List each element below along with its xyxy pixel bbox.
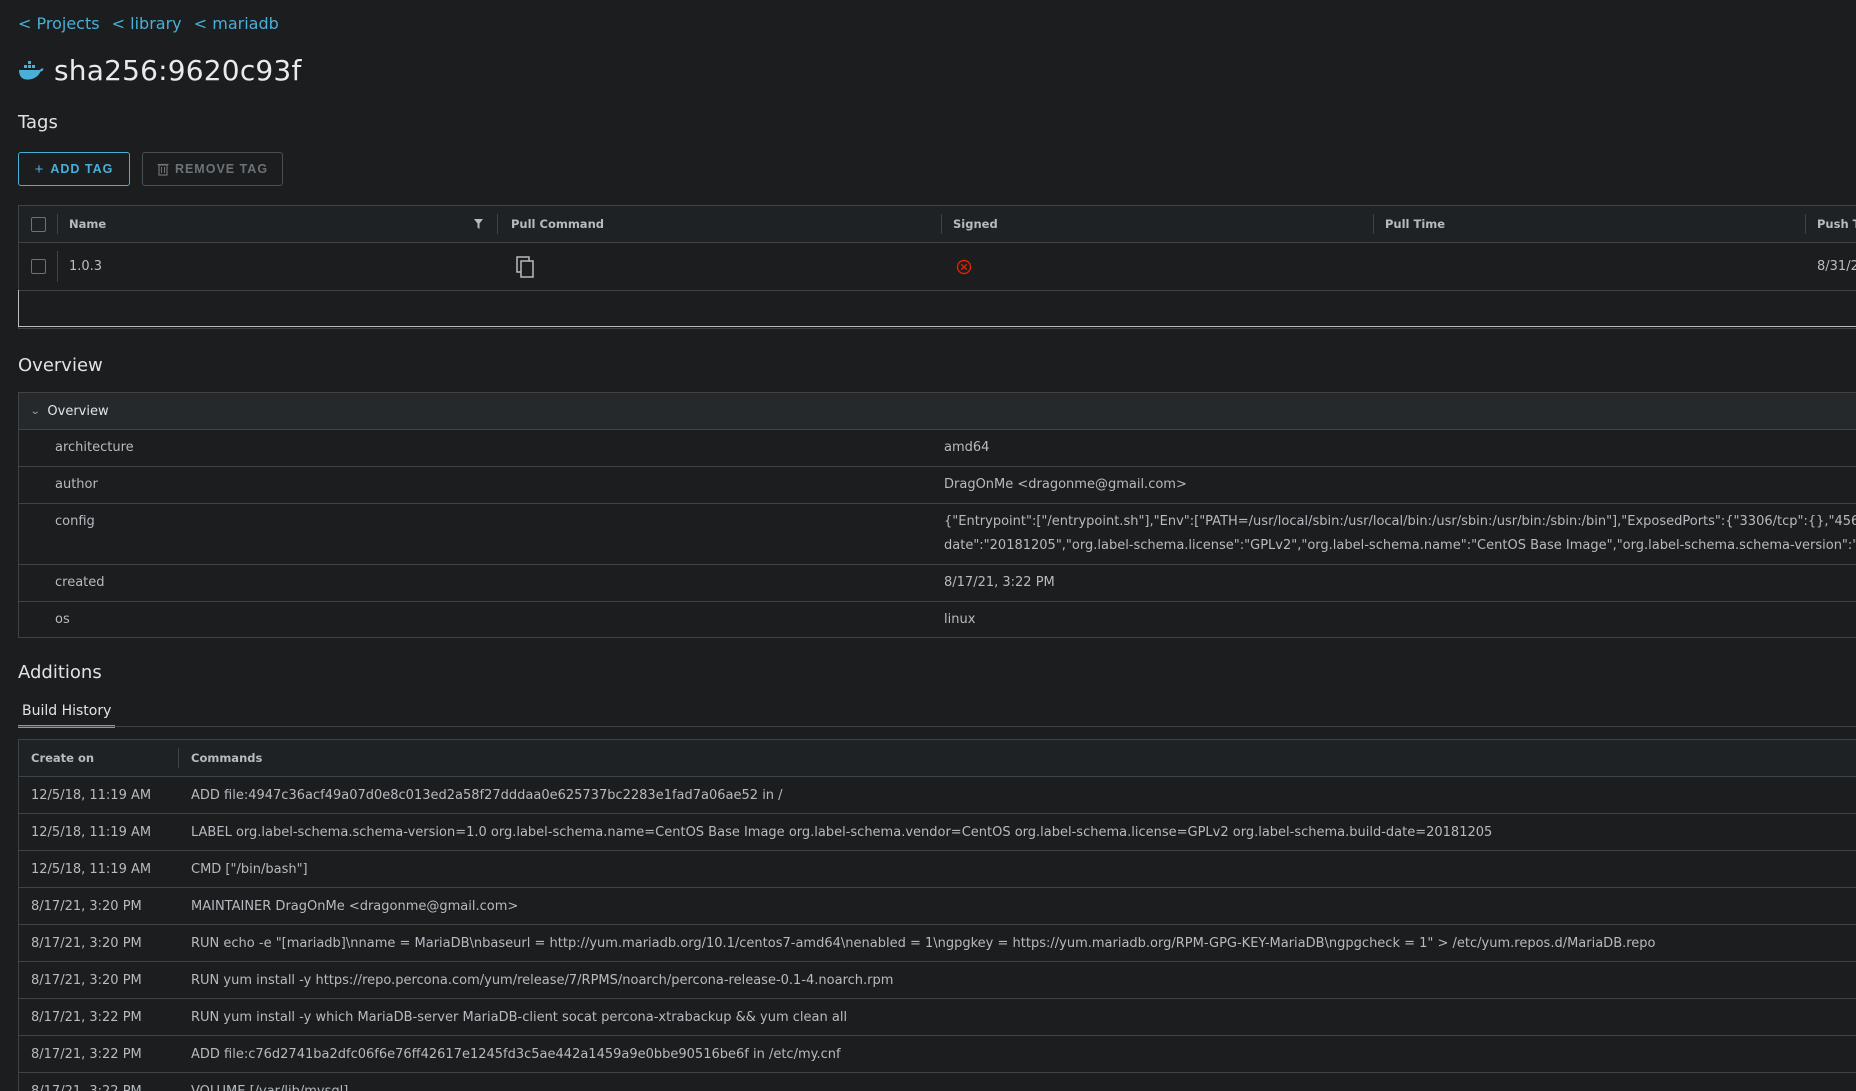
overview-row-architecture: architecture amd64 [19, 430, 1856, 467]
row-checkbox[interactable] [31, 243, 46, 290]
history-command: RUN echo -e "[mariadb]\nname = MariaDB\n… [191, 935, 1656, 951]
history-created: 8/17/21, 3:22 PM [31, 1046, 142, 1062]
history-created: 12/5/18, 11:19 AM [31, 861, 152, 877]
title-row: sha256:9620c93f [18, 54, 302, 87]
history-command: RUN yum install -y which MariaDB-server … [191, 1009, 848, 1025]
overview-heading: Overview [18, 355, 103, 376]
trash-icon [157, 163, 169, 176]
history-command: ADD file:4947c36acf49a07d0e8c013ed2a58f2… [191, 787, 783, 803]
history-created: 12/5/18, 11:19 AM [31, 824, 152, 840]
breadcrumb-mariadb-link[interactable]: < mariadb [194, 14, 279, 33]
overview-panel-title: Overview [47, 403, 109, 419]
history-created: 8/17/21, 3:22 PM [31, 1083, 142, 1091]
table-row: 8/17/21, 3:22 PM RUN yum install -y which… [19, 999, 1856, 1036]
history-command: RUN yum install -y https://repo.percona.… [191, 972, 894, 988]
overview-value: 8/17/21, 3:22 PM [944, 575, 1055, 590]
select-all-checkbox[interactable] [31, 206, 46, 242]
column-push-time[interactable]: Push Ti [1817, 206, 1856, 242]
remove-tag-label: REMOVE TAG [174, 162, 269, 176]
tags-grid-header: Name Pull Command Signed Pull Time Push … [19, 206, 1856, 243]
remove-tag-button[interactable]: REMOVE TAG [142, 152, 283, 186]
column-create-on: Create on [31, 751, 95, 765]
column-commands: Commands [191, 751, 263, 765]
overview-row-config: config {"Entrypoint":["/entrypoint.sh"],… [19, 504, 1856, 565]
tags-datagrid: Name Pull Command Signed Pull Time Push … [18, 205, 1856, 329]
history-command: MAINTAINER DragOnMe <dragonme@gmail.com> [191, 898, 519, 914]
docker-whale-icon [19, 60, 44, 80]
history-created: 8/17/21, 3:20 PM [31, 935, 142, 951]
tab-build-history[interactable]: Build History [18, 703, 116, 728]
history-command: LABEL org.label-schema.schema-version=1.… [191, 824, 1493, 840]
table-row: 8/17/21, 3:20 PM MAINTAINER DragOnMe <dra… [19, 888, 1856, 925]
config-line-2: date":"20181205","org.label-schema.licen… [944, 538, 1856, 553]
add-tag-label: ADD TAG [50, 162, 114, 176]
build-history-table: Create on Commands 12/5/18, 11:19 AM ADD … [18, 739, 1856, 1091]
build-history-body: 12/5/18, 11:19 AM ADD file:4947c36acf49a0… [19, 777, 1856, 1091]
overview-key: config [55, 514, 95, 529]
page-title: sha256:9620c93f [54, 54, 302, 87]
overview-key: created [55, 575, 105, 590]
history-created: 8/17/21, 3:20 PM [31, 972, 142, 988]
not-signed-icon [956, 243, 972, 290]
overview-toggle[interactable]: ⌄ Overview [19, 393, 1856, 430]
overview-key: architecture [55, 440, 134, 455]
history-command: ADD file:c76d2741ba2dfc06f6e76ff42617e12… [191, 1046, 841, 1062]
table-row: 12/5/18, 11:19 AM CMD ["/bin/bash"] [19, 851, 1856, 888]
overview-row-os: os linux [19, 602, 1856, 637]
grid-footer [18, 290, 1856, 327]
table-row: 12/5/18, 11:19 AM ADD file:4947c36acf49a0… [19, 777, 1856, 814]
push-time-value: 8/31/2 [1817, 259, 1856, 274]
overview-value: amd64 [944, 440, 990, 455]
page: < Projects < library < mariadb sha256:96… [0, 0, 1856, 1091]
table-row: 8/17/21, 3:22 PM VOLUME [/var/lib/mysql] [19, 1073, 1856, 1091]
tag-name: 1.0.3 [69, 259, 103, 274]
history-command: VOLUME [/var/lib/mysql] [191, 1083, 349, 1091]
copy-icon[interactable] [515, 243, 535, 290]
breadcrumb-library-link[interactable]: < library [112, 14, 182, 33]
build-history-header: Create on Commands [19, 740, 1856, 777]
overview-row-author: author DragOnMe <dragonme@gmail.com> [19, 467, 1856, 504]
config-line-1: {"Entrypoint":["/entrypoint.sh"],"Env":[… [944, 514, 1856, 529]
history-created: 12/5/18, 11:19 AM [31, 787, 152, 803]
overview-key: os [55, 612, 70, 627]
overview-value: linux [944, 612, 976, 627]
filter-icon[interactable] [474, 206, 483, 242]
breadcrumb: < Projects < library < mariadb [18, 14, 286, 33]
overview-value: {"Entrypoint":["/entrypoint.sh"],"Env":[… [944, 510, 1856, 558]
additions-tabs: Build History [18, 700, 116, 728]
table-row: 8/17/21, 3:20 PM RUN yum install -y https… [19, 962, 1856, 999]
additions-heading: Additions [18, 662, 102, 683]
column-signed[interactable]: Signed [953, 206, 998, 242]
history-created: 8/17/21, 3:20 PM [31, 898, 142, 914]
overview-key: author [55, 477, 98, 492]
overview-row-created: created 8/17/21, 3:22 PM [19, 565, 1856, 602]
overview-stack-view: ⌄ Overview architecture amd64 author Dra… [18, 392, 1856, 638]
table-row: 8/17/21, 3:22 PM ADD file:c76d2741ba2dfc0… [19, 1036, 1856, 1073]
overview-value: DragOnMe <dragonme@gmail.com> [944, 477, 1187, 492]
table-row: 1.0.3 8/31/2 [19, 243, 1856, 291]
add-tag-button[interactable]: + ADD TAG [18, 152, 130, 186]
breadcrumb-projects-link[interactable]: < Projects [18, 14, 100, 33]
table-row: 12/5/18, 11:19 AM LABEL org.label-schema.… [19, 814, 1856, 851]
tags-heading: Tags [18, 112, 58, 133]
tab-divider [18, 726, 1856, 727]
history-command: CMD ["/bin/bash"] [191, 861, 308, 877]
column-pull-command[interactable]: Pull Command [511, 206, 604, 242]
column-name[interactable]: Name [69, 206, 106, 242]
table-row: 8/17/21, 3:20 PM RUN echo -e "[mariadb]\n… [19, 925, 1856, 962]
plus-icon: + [34, 160, 45, 178]
column-pull-time[interactable]: Pull Time [1385, 206, 1445, 242]
history-created: 8/17/21, 3:22 PM [31, 1009, 142, 1025]
chevron-down-icon: ⌄ [29, 405, 41, 417]
